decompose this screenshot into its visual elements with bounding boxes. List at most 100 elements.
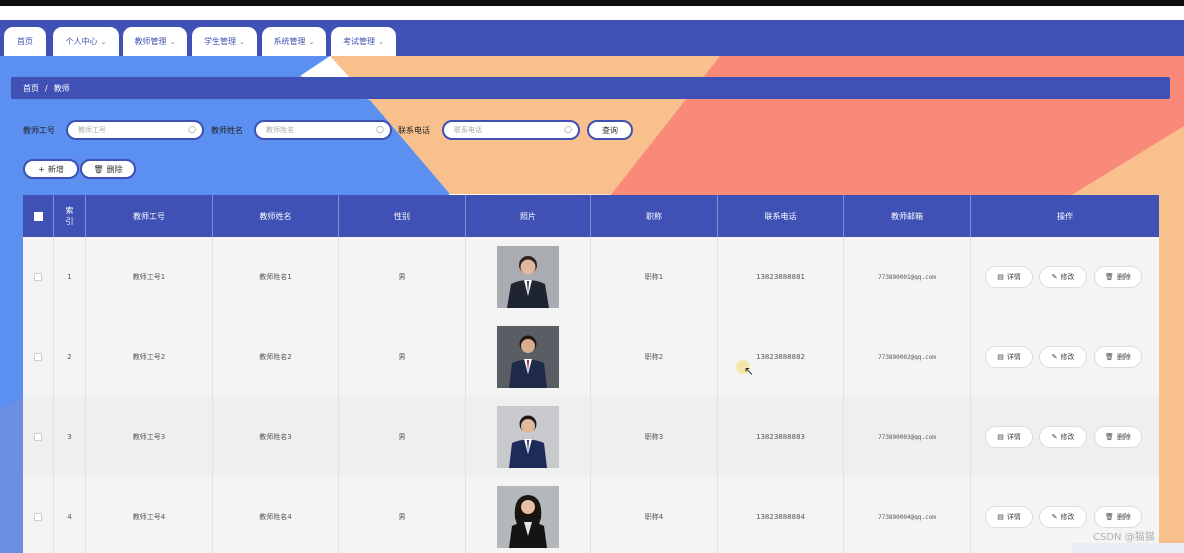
breadcrumb-home[interactable]: 首页 [23,83,39,94]
pencil-icon: ✎ [1051,513,1058,521]
table-row: 2 教师工号2 教师姓名2 男 职称2 13823888882 77389000… [23,317,1159,397]
teacher-id-input[interactable]: 教师工号 ○ [66,120,204,140]
teacher-id-cell: 教师工号3 [86,397,213,477]
header-index-label: 索引 [65,206,74,226]
phone-cell: 13823888883 [718,397,844,477]
header-label: 教师工号 [133,211,165,221]
select-all-checkbox[interactable] [33,211,43,221]
detail-button[interactable]: ▤ 详情 [985,506,1033,528]
photo-cell [466,317,591,397]
gender-cell: 男 [339,237,466,317]
trash-icon: 🗑 [1105,513,1114,521]
header-operation: 操作 [971,195,1159,237]
edit-button[interactable]: ✎ 修改 [1039,506,1087,528]
document-icon: ▤ [997,273,1004,281]
detail-button[interactable]: ▤ 详情 [985,426,1033,448]
query-button[interactable]: 查询 [587,120,633,140]
title-cell: 职称4 [591,477,718,553]
teacher-photo[interactable] [497,406,559,468]
delete-button-label: 删除 [1116,353,1131,361]
detail-button-label: 详情 [1006,273,1021,281]
edit-button-label: 修改 [1060,353,1075,361]
teacher-photo[interactable] [497,486,559,548]
nav-tab-label: 考试管理 [343,37,376,46]
table-header: 索引 教师工号 教师姓名 性别 照片 职称 联系电话 教师邮箱 操作 [23,195,1159,237]
nav-tab-label: 教师管理 [134,37,167,46]
search-icon: ○ [188,125,196,135]
add-button-label: 新增 [47,164,64,174]
row-select-cell[interactable] [23,237,54,317]
row-checkbox[interactable] [34,513,42,521]
nav-tab-label: 首页 [17,37,33,46]
detail-button[interactable]: ▤ 详情 [985,346,1033,368]
title-cell: 职称1 [591,237,718,317]
nav-tab-exam-mgmt[interactable]: 考试管理 ⌄ [331,27,396,56]
row-select-cell[interactable] [23,477,54,553]
nav-tab-personal-center[interactable]: 个人中心 ⌄ [53,27,119,56]
teacher-id-cell: 教师工号1 [86,237,213,317]
email-cell: 773890003@qq.com [844,397,971,477]
edit-button[interactable]: ✎ 修改 [1039,346,1087,368]
index-cell: 1 [54,237,86,317]
row-checkbox[interactable] [34,433,42,441]
teacher-name-input[interactable]: 教师姓名 ○ [254,120,392,140]
search-icon: ○ [376,125,384,135]
nav-tab-system-mgmt[interactable]: 系统管理 ⌄ [262,27,326,56]
photo-cell [466,237,591,317]
header-teacher-name: 教师姓名 [213,195,339,237]
delete-button[interactable]: 🗑 删除 [1094,266,1142,288]
trash-icon: 🗑 [1105,353,1114,361]
edit-button[interactable]: ✎ 修改 [1039,426,1087,448]
teacher-name-cell: 教师姓名1 [213,237,339,317]
row-select-cell[interactable] [23,397,54,477]
breadcrumb-current: 教师 [53,83,70,93]
row-checkbox[interactable] [34,353,42,361]
breadcrumb: 首页 / 教师 [11,77,1170,99]
pencil-icon: ✎ [1051,433,1058,441]
nav-tab-label: 个人中心 [65,37,98,46]
teacher-photo[interactable] [497,246,559,308]
email-cell: 773890004@qq.com [844,477,971,553]
batch-delete-button[interactable]: 🗑 删除 [80,159,136,179]
nav-tab-teacher-mgmt[interactable]: 教师管理 ⌄ [123,27,187,56]
phone-label: 联系电话 [398,126,430,135]
nav-tab-student-mgmt[interactable]: 学生管理 ⌄ [192,27,257,56]
delete-button[interactable]: 🗑 删除 [1094,506,1142,528]
index-cell: 4 [54,477,86,553]
header-phone: 联系电话 [718,195,844,237]
phone-input[interactable]: 联系电话 ○ [442,120,580,140]
index-cell: 2 [54,317,86,397]
email-cell: 773890002@qq.com [844,317,971,397]
detail-button-label: 详情 [1006,353,1021,361]
delete-button[interactable]: 🗑 删除 [1094,346,1142,368]
gender-cell: 男 [339,477,466,553]
teacher-name-cell: 教师姓名2 [213,317,339,397]
teacher-id-cell: 教师工号2 [86,317,213,397]
system-tray [1072,543,1184,553]
edit-button[interactable]: ✎ 修改 [1039,266,1087,288]
table-row: 3 教师工号3 教师姓名3 男 职称3 13823888883 77389000… [23,397,1159,477]
watermark: CSDN @猫猫 [1093,532,1155,543]
edit-button-label: 修改 [1060,513,1075,521]
teacher-photo[interactable] [497,326,559,388]
document-icon: ▤ [997,513,1004,521]
add-button[interactable]: + 新增 [23,159,79,179]
photo-cell [466,397,591,477]
header-photo: 照片 [466,195,591,237]
nav-tab-home[interactable]: 首页 [4,27,46,56]
teacher-id-cell: 教师工号4 [86,477,213,553]
search-icon: ○ [564,125,572,135]
phone-cell: 13823888881 [718,237,844,317]
teacher-id-placeholder: 教师工号 [78,126,106,134]
row-select-cell[interactable] [23,317,54,397]
teacher-name-cell: 教师姓名4 [213,477,339,553]
delete-button[interactable]: 🗑 删除 [1094,426,1142,448]
document-icon: ▤ [997,353,1004,361]
detail-button[interactable]: ▤ 详情 [985,266,1033,288]
header-email: 教师邮箱 [844,195,971,237]
trash-icon: 🗑 [1105,433,1114,441]
header-teacher-id: 教师工号 [86,195,213,237]
header-select-all[interactable] [23,195,54,237]
row-checkbox[interactable] [34,273,42,281]
table-row: 1 教师工号1 教师姓名1 男 职称1 13823888881 77389000… [23,237,1159,317]
